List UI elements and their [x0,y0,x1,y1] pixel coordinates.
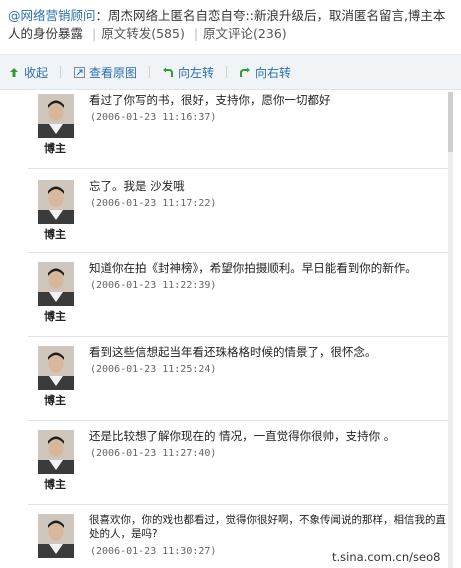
divider: | [92,26,97,41]
repost-link[interactable]: 原文转发(585) [101,26,185,41]
watermark: t.sina.com.cn/seo8 [330,550,443,564]
comment-text: 看到这些信想起当年看还珠格格时候的情景了，很怀念。 [89,345,377,359]
divider: | [193,26,199,41]
collapse-button[interactable]: 收起 [8,64,48,81]
post-header: @网络营销顾问：周杰网络上匿名自恋自夸::新浪升级后，取消匿名留言,博主本人的身… [0,0,461,43]
divider [28,420,448,421]
arrow-up-icon [8,66,20,78]
comment-time: (2006-01-23 11:16:37) [90,112,217,123]
comment-time: (2006-01-23 11:17:22) [90,198,217,209]
comment-text: 忘了。我是 沙发哦 [89,179,185,193]
screenshot-image: 博主 看过了你写的书，很好，支持你，愿你一切都好 (2006-01-23 11:… [28,92,461,568]
avatar [38,514,74,558]
rotate-right-label: 向右转 [255,65,292,80]
avatar [38,94,74,138]
comment-time: (2006-01-23 11:22:39) [90,280,217,291]
comment-time: (2006-01-23 11:27:40) [90,448,217,459]
enlarge-icon [73,66,85,78]
rotate-left-icon [162,66,174,78]
comment-text: 看过了你写的书，很好，支持你，愿你一切都好 [89,93,331,107]
comment-text: 知道你在拍《封神榜》，希望你拍摄顺利。早日能看到你的新作。 [89,261,417,275]
view-original-label: 查看原图 [89,65,138,80]
toolbar-divider [226,66,228,78]
comment-role: 博主 [44,310,66,323]
comment-link[interactable]: 原文评论(236) [203,26,287,41]
comment-role: 博主 [44,228,66,241]
avatar [38,346,74,390]
collapse-label: 收起 [24,65,49,80]
comment-role: 博主 [44,142,66,155]
divider [28,168,448,169]
colon: ： [95,8,109,23]
avatar [38,262,74,306]
scrollbar[interactable] [448,92,453,568]
comment-text: 还是比较想了解你现在的 情况，一直觉得你很帅，支持你 。 [89,429,396,443]
rotate-right-icon [239,66,251,78]
rotate-right-button[interactable]: 向右转 [239,64,291,81]
avatar [38,180,74,224]
comment-role: 博主 [44,478,66,491]
comment-text-line2: 处的人，是吗? [89,528,158,540]
toolbar-divider [149,66,151,78]
comment-role: 博主 [44,394,66,407]
comment-text: 很喜欢你，你的戏也都看过，觉得你很好啊，不象传闻说的那样，相信我的直 [89,514,446,526]
image-toolbar: 收起 查看原图 向左转 向右转 [0,54,461,90]
comment-time: (2006-01-23 11:30:27) [90,546,217,557]
divider [28,336,448,337]
avatar [38,430,74,474]
comment-time: (2006-01-23 11:25:24) [90,364,217,375]
author-link[interactable]: @网络营销顾问 [8,8,96,23]
rotate-left-button[interactable]: 向左转 [162,64,214,81]
divider [28,252,448,253]
view-original-button[interactable]: 查看原图 [73,64,137,81]
divider [28,504,448,505]
scrollbar-thumb[interactable] [448,92,453,152]
rotate-left-label: 向左转 [178,65,215,80]
toolbar-divider [60,66,62,78]
